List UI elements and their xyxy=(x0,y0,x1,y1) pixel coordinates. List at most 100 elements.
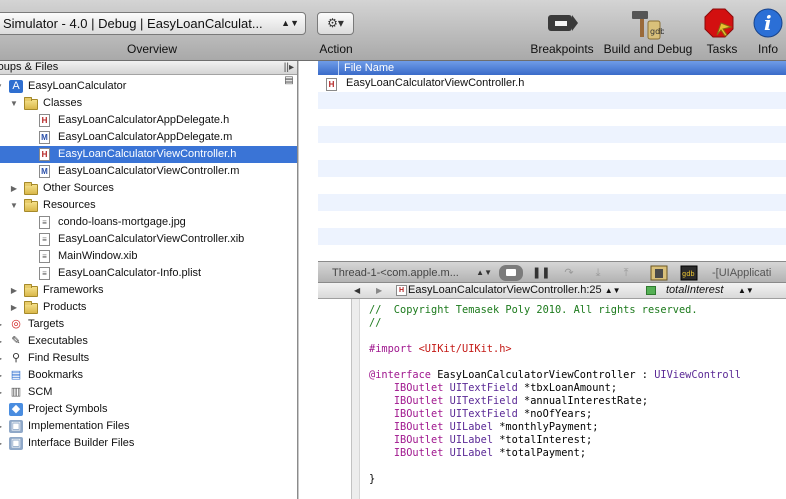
step-into-icon: ⤓ xyxy=(595,267,601,279)
forward-arrow-icon[interactable]: ▶ xyxy=(376,283,382,298)
overview-popup[interactable]: Simulator - 4.0 | Debug | EasyLoanCalcul… xyxy=(0,12,306,35)
symbols-cube-icon: ◆ xyxy=(9,403,23,416)
sidebar-item[interactable]: ◆ Project Symbols xyxy=(0,401,297,418)
stack-frame-popup[interactable]: -[UIApplicati xyxy=(712,265,786,281)
sidebar-item[interactable]: ▼ A EasyLoanCalculator xyxy=(0,78,297,95)
disclosure-closed-icon[interactable]: ▶ xyxy=(0,367,4,384)
sidebar-item[interactable]: H EasyLoanCalculatorViewController.h xyxy=(0,146,297,163)
sidebar-item[interactable]: ▼ Resources xyxy=(0,197,297,214)
thread-popup[interactable]: Thread-1-<com.apple.m... ▲▼ xyxy=(332,265,492,281)
file-name-column-header[interactable]: File Name xyxy=(344,61,394,75)
tasks-button[interactable] xyxy=(703,7,735,39)
debugger-icon xyxy=(650,265,668,281)
sidebar-item[interactable]: ▶ ⚲ Find Results xyxy=(0,350,297,367)
file-list-empty-row xyxy=(318,109,786,126)
continue-button[interactable] xyxy=(499,265,523,281)
breakpoints-button[interactable] xyxy=(545,7,579,39)
disclosure-closed-icon[interactable]: ▶ xyxy=(9,299,19,316)
file-history-popup[interactable]: H EasyLoanCalculatorViewController.h:25 … xyxy=(396,283,621,298)
sidebar-item-label: Other Sources xyxy=(43,182,114,194)
file-history-label: EasyLoanCalculatorViewController.h:25 xyxy=(408,284,602,296)
disclosure-closed-icon[interactable]: ▶ xyxy=(9,180,19,197)
code-line[interactable]: #import <UIKit/UIKit.h> xyxy=(369,343,512,356)
sidebar-item[interactable]: ≡ EasyLoanCalculatorViewController.xib xyxy=(0,231,297,248)
code-line[interactable]: @interface EasyLoanCalculatorViewControl… xyxy=(369,369,741,382)
step-out-button[interactable]: ⤒ xyxy=(618,265,634,281)
disclosure-closed-icon[interactable]: ▶ xyxy=(0,316,4,333)
sidebar-item[interactable]: H EasyLoanCalculatorAppDelegate.h xyxy=(0,112,297,129)
sidebar-item[interactable]: ▶ ▣ Interface Builder Files xyxy=(0,435,297,452)
file-list-empty-row xyxy=(318,160,786,177)
sidebar-item[interactable]: ≡ condo-loans-mortgage.jpg xyxy=(0,214,297,231)
editor-gutter[interactable] xyxy=(318,299,352,499)
code-line[interactable]: IBOutlet UILabel *totalPayment; xyxy=(369,447,586,460)
sidebar-item-label: Bookmarks xyxy=(28,369,84,381)
sidebar-item[interactable]: ▶ ▤ Bookmarks xyxy=(0,367,297,384)
bookmark-icon: ▤ xyxy=(9,369,23,382)
disclosure-closed-icon[interactable]: ▶ xyxy=(0,435,4,452)
sidebar-item[interactable]: M EasyLoanCalculatorViewController.m xyxy=(0,163,297,180)
split-view-icon[interactable]: ||▸ xyxy=(284,61,294,74)
code-line[interactable]: } xyxy=(369,473,375,486)
sidebar-item-label: Implementation Files xyxy=(28,420,130,432)
sidebar-item[interactable]: M EasyLoanCalculatorAppDelegate.m xyxy=(0,129,297,146)
back-arrow-icon[interactable]: ◀ xyxy=(354,283,360,298)
code-line[interactable]: IBOutlet UITextField *noOfYears; xyxy=(369,408,592,421)
step-into-button[interactable]: ⤓ xyxy=(590,265,606,281)
step-over-button[interactable]: ↷ xyxy=(560,265,578,281)
step-out-icon: ⤒ xyxy=(623,267,629,279)
sidebar-item-label: Products xyxy=(43,301,87,313)
sidebar-item[interactable]: ▶ ◎ Targets xyxy=(0,316,297,333)
disclosure-closed-icon[interactable]: ▶ xyxy=(0,418,4,435)
popup-arrows-icon: ▲▼ xyxy=(476,268,492,277)
sidebar-item[interactable]: ≡ EasyLoanCalculator-Info.plist xyxy=(0,265,297,282)
sidebar-item[interactable]: ≡ MainWindow.xib xyxy=(0,248,297,265)
sidebar-item[interactable]: ▶ Products xyxy=(0,299,297,316)
action-label: Action xyxy=(319,42,353,56)
build-debug-button[interactable]: gdb xyxy=(628,7,665,40)
disclosure-open-icon[interactable]: ▼ xyxy=(9,197,19,214)
symbol-popup[interactable]: totalInterest xyxy=(666,283,723,298)
sidebar-item-label: Resources xyxy=(43,199,96,211)
disclosure-closed-icon[interactable]: ▶ xyxy=(0,384,4,401)
code-editor[interactable]: // Copyright Temasek Poly 2010. All righ… xyxy=(318,299,786,499)
project-icon: A xyxy=(9,80,23,93)
popup-arrows-icon: ▲▼ xyxy=(604,286,621,295)
console-button[interactable]: gdb xyxy=(680,265,698,281)
gear-icon: ⚙▾ xyxy=(327,16,344,30)
code-line[interactable]: IBOutlet UITextField *tbxLoanAmount; xyxy=(369,382,617,395)
folder-icon xyxy=(24,284,38,297)
sidebar-item[interactable]: ▶ Other Sources xyxy=(0,180,297,197)
code-line[interactable]: IBOutlet UILabel *totalInterest; xyxy=(369,434,592,447)
code-line[interactable]: // xyxy=(369,317,381,330)
file-list-row[interactable]: H EasyLoanCalculatorViewController.h xyxy=(318,75,786,92)
column-divider xyxy=(338,61,339,75)
image-file-icon: ≡ xyxy=(39,216,50,229)
sidebar-item[interactable]: ▶ ▣ Implementation Files xyxy=(0,418,297,435)
sidebar-item[interactable]: ▶ ▥ SCM xyxy=(0,384,297,401)
disclosure-closed-icon[interactable]: ▶ xyxy=(9,282,19,299)
focus-ribbon[interactable] xyxy=(352,299,360,499)
sidebar-item[interactable]: ▼ Classes xyxy=(0,95,297,112)
file-list-empty-row xyxy=(318,177,786,194)
action-button[interactable]: ⚙▾ xyxy=(317,12,354,35)
file-list-header[interactable]: File Name xyxy=(318,61,786,75)
sidebar-item[interactable]: ▶ Frameworks xyxy=(0,282,297,299)
code-line[interactable]: IBOutlet UILabel *monthlyPayment; xyxy=(369,421,599,434)
folder-icon xyxy=(24,199,38,212)
debugger-window-button[interactable] xyxy=(650,265,668,281)
code-line[interactable]: IBOutlet UITextField *annualInterestRate… xyxy=(369,395,648,408)
disclosure-closed-icon[interactable]: ▶ xyxy=(0,350,4,367)
breakpoints-label: Breakpoints xyxy=(530,42,594,56)
disclosure-open-icon[interactable]: ▼ xyxy=(0,78,4,95)
popup-arrows-icon: ▲▼ xyxy=(738,286,754,295)
file-list-empty-row xyxy=(318,211,786,228)
disclosure-open-icon[interactable]: ▼ xyxy=(9,95,19,112)
content-splitter[interactable] xyxy=(298,61,318,499)
sidebar-item[interactable]: ▶ ✎ Executables xyxy=(0,333,297,350)
info-button[interactable]: i xyxy=(752,7,784,39)
code-line[interactable]: // Copyright Temasek Poly 2010. All righ… xyxy=(369,304,698,317)
pause-button[interactable]: ❚❚ xyxy=(532,265,550,281)
disclosure-closed-icon[interactable]: ▶ xyxy=(0,333,4,350)
plist-file-icon: ≡ xyxy=(39,267,50,280)
